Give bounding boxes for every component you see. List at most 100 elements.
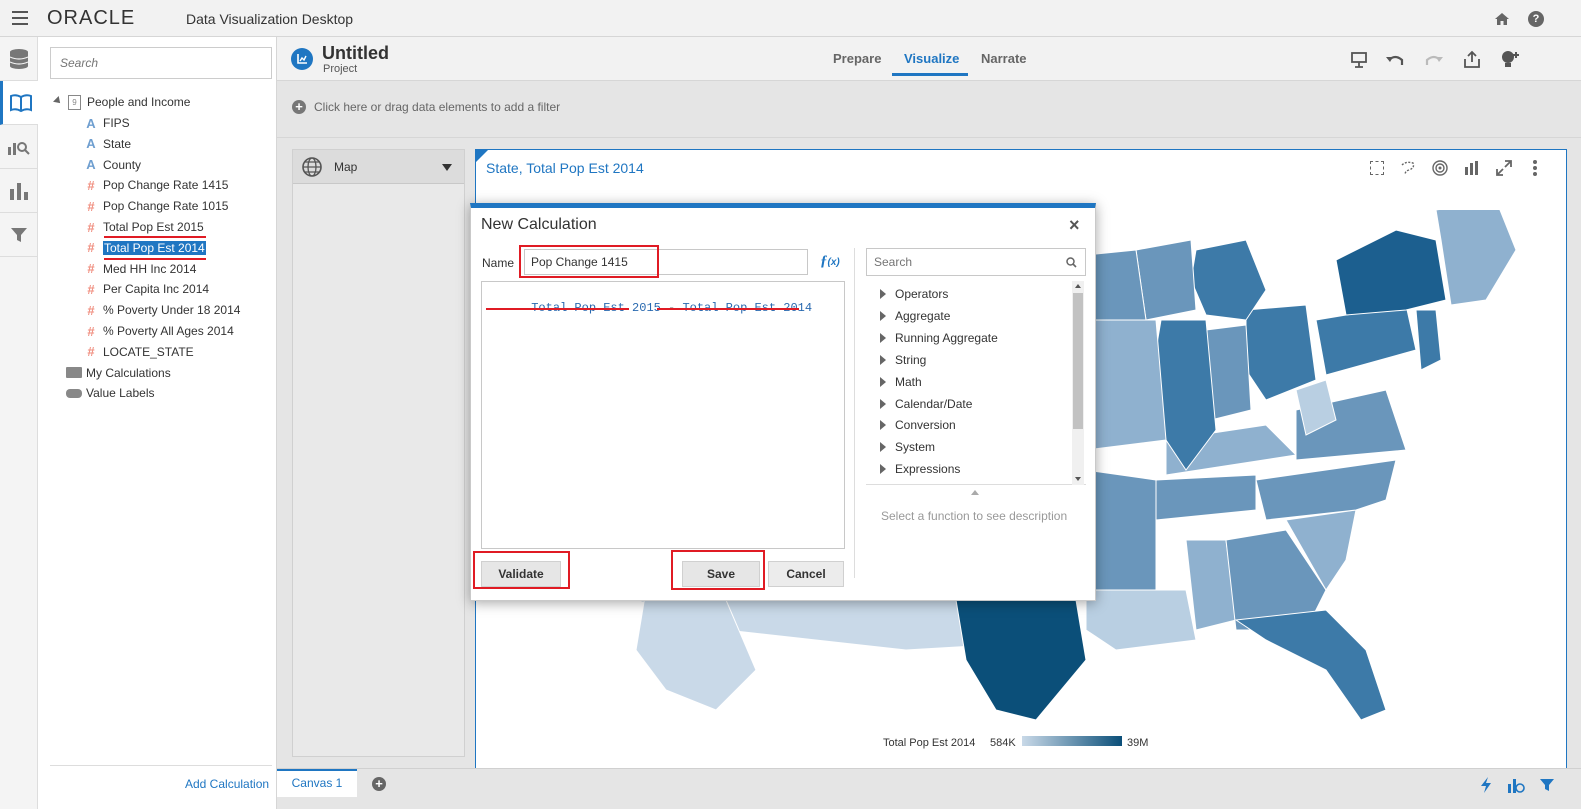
data-pane-toggle-icon[interactable] bbox=[1507, 776, 1525, 794]
expand-triangle-icon[interactable] bbox=[880, 332, 886, 343]
dialog-close-icon[interactable]: × bbox=[1069, 215, 1080, 236]
data-element-item[interactable]: # Total Pop Est 2014 bbox=[84, 238, 206, 258]
hamburger-menu-icon[interactable] bbox=[12, 11, 28, 25]
underline-total-pop-2014 bbox=[104, 258, 206, 260]
map-state-texas bbox=[955, 599, 1087, 721]
expand-triangle-icon[interactable] bbox=[880, 354, 886, 365]
add-filter-icon[interactable]: + bbox=[292, 100, 306, 114]
expand-triangle-icon[interactable] bbox=[880, 398, 886, 409]
data-element-item[interactable]: # Per Capita Inc 2014 bbox=[84, 279, 209, 299]
canvas-tab-1[interactable]: Canvas 1 bbox=[277, 769, 357, 797]
tab-narrate[interactable]: Narrate bbox=[981, 51, 1027, 66]
auto-apply-lightning-icon[interactable] bbox=[1478, 776, 1494, 794]
map-state-new-england bbox=[1435, 210, 1517, 306]
marquee-select-icon[interactable] bbox=[1370, 161, 1384, 175]
data-element-item[interactable]: # Med HH Inc 2014 bbox=[84, 259, 196, 279]
legend-title: Total Pop Est 2014 bbox=[883, 737, 976, 749]
active-tab-underline bbox=[892, 73, 968, 76]
redo-icon[interactable] bbox=[1423, 49, 1445, 71]
data-sources-icon[interactable] bbox=[0, 37, 38, 81]
present-icon[interactable] bbox=[1348, 49, 1370, 71]
project-name[interactable]: Untitled bbox=[322, 43, 389, 64]
legend-max: 39M bbox=[1127, 737, 1149, 749]
function-category-item[interactable]: Calendar/Date bbox=[880, 393, 972, 415]
underline-total-pop-2015 bbox=[104, 236, 206, 238]
map-state-tennessee bbox=[1155, 474, 1257, 521]
function-list-scrollbar[interactable] bbox=[1072, 281, 1084, 485]
function-category-item[interactable]: Operators bbox=[880, 283, 948, 305]
underline-expression-token-2 bbox=[657, 308, 799, 310]
collapse-triangle-icon[interactable] bbox=[53, 96, 63, 106]
change-viz-icon[interactable] bbox=[1464, 160, 1480, 176]
fn-search-box[interactable] bbox=[866, 248, 1086, 276]
function-category-item[interactable]: Expressions bbox=[880, 458, 960, 480]
function-category-item[interactable]: Math bbox=[880, 371, 922, 393]
function-category-item[interactable]: Aggregate bbox=[880, 305, 950, 327]
data-element-item[interactable]: # Total Pop Est 2015 bbox=[84, 217, 203, 237]
measure-hash-icon: # bbox=[87, 281, 95, 297]
expand-triangle-icon[interactable] bbox=[880, 289, 886, 299]
data-element-item[interactable]: # % Poverty Under 18 2014 bbox=[84, 300, 240, 320]
measure-hash-icon: # bbox=[87, 323, 95, 339]
add-calculation-link[interactable]: Add Calculation bbox=[185, 777, 269, 791]
target-icon[interactable] bbox=[1432, 160, 1448, 176]
expression-editor[interactable]: Total Pop Est 2015 - Total Pop Est 2014 bbox=[481, 281, 845, 549]
data-element-label: State bbox=[103, 136, 132, 151]
expand-triangle-icon[interactable] bbox=[880, 442, 886, 453]
cancel-button[interactable]: Cancel bbox=[768, 561, 844, 587]
filter-icon[interactable] bbox=[0, 213, 38, 257]
data-folder-item[interactable]: Value Labels bbox=[66, 383, 155, 403]
search-icon[interactable] bbox=[1066, 257, 1077, 268]
data-element-item[interactable]: # % Poverty All Ages 2014 bbox=[84, 321, 233, 341]
expand-triangle-icon[interactable] bbox=[880, 420, 886, 431]
description-collapse-icon[interactable] bbox=[971, 490, 979, 495]
lasso-select-icon[interactable] bbox=[1400, 160, 1416, 176]
home-icon[interactable] bbox=[1494, 11, 1510, 27]
map-state-pennsylvania bbox=[1315, 304, 1417, 376]
expand-triangle-icon[interactable] bbox=[880, 464, 886, 475]
viz-type-dropdown-icon[interactable] bbox=[442, 164, 452, 171]
function-category-item[interactable]: String bbox=[880, 349, 926, 371]
add-canvas-icon[interactable]: + bbox=[372, 777, 386, 791]
data-search-box[interactable] bbox=[50, 47, 272, 79]
data-element-item[interactable]: A State bbox=[84, 134, 131, 154]
visualizations-icon[interactable] bbox=[0, 169, 38, 213]
filter-pane-toggle-icon[interactable] bbox=[1539, 777, 1555, 793]
filter-bar[interactable]: + Click here or drag data elements to ad… bbox=[277, 81, 1581, 138]
data-folder-item[interactable]: My Calculations bbox=[66, 363, 171, 383]
data-element-label: Pop Change Rate 1015 bbox=[103, 199, 229, 214]
data-element-item[interactable]: # Pop Change Rate 1415 bbox=[84, 175, 228, 195]
fn-search-input[interactable] bbox=[867, 249, 1057, 275]
highlight-save-button bbox=[671, 550, 765, 590]
expand-triangle-icon[interactable] bbox=[880, 376, 886, 387]
expand-triangle-icon[interactable] bbox=[880, 310, 886, 321]
insights-lightbulb-icon[interactable] bbox=[1499, 49, 1521, 71]
share-export-icon[interactable] bbox=[1461, 49, 1483, 71]
viz-title[interactable]: State, Total Pop Est 2014 bbox=[486, 160, 644, 176]
function-category-item[interactable]: System bbox=[880, 436, 935, 458]
data-search-input[interactable] bbox=[51, 48, 271, 78]
function-category-item[interactable]: Conversion bbox=[880, 414, 956, 436]
tab-prepare[interactable]: Prepare bbox=[833, 51, 881, 66]
data-element-item[interactable]: A FIPS bbox=[84, 113, 129, 133]
tab-visualize[interactable]: Visualize bbox=[904, 51, 959, 66]
map-state-new-york bbox=[1335, 229, 1447, 316]
data-elements-book-icon[interactable] bbox=[0, 81, 38, 125]
explore-search-icon[interactable] bbox=[0, 125, 38, 169]
function-category-label: Conversion bbox=[895, 418, 956, 433]
data-element-label: Per Capita Inc 2014 bbox=[103, 282, 210, 297]
function-category-label: Aggregate bbox=[895, 308, 951, 323]
help-icon[interactable]: ? bbox=[1528, 11, 1544, 27]
undo-icon[interactable] bbox=[1384, 49, 1406, 71]
function-fx-icon[interactable]: ƒ(x) bbox=[820, 253, 840, 270]
legend-min: 584K bbox=[990, 737, 1016, 749]
viz-type-selector[interactable]: Map bbox=[293, 150, 464, 184]
function-category-item[interactable]: Running Aggregate bbox=[880, 327, 998, 349]
maximize-icon[interactable] bbox=[1496, 160, 1512, 176]
data-element-item[interactable]: # LOCATE_STATE bbox=[84, 342, 193, 362]
data-element-item[interactable]: A County bbox=[84, 155, 141, 175]
project-type-label: Project bbox=[323, 63, 358, 75]
tree-root-people-and-income[interactable]: 9 People and Income bbox=[53, 92, 190, 112]
viz-more-menu-icon[interactable] bbox=[1533, 160, 1537, 176]
data-element-item[interactable]: # Pop Change Rate 1015 bbox=[84, 196, 228, 216]
